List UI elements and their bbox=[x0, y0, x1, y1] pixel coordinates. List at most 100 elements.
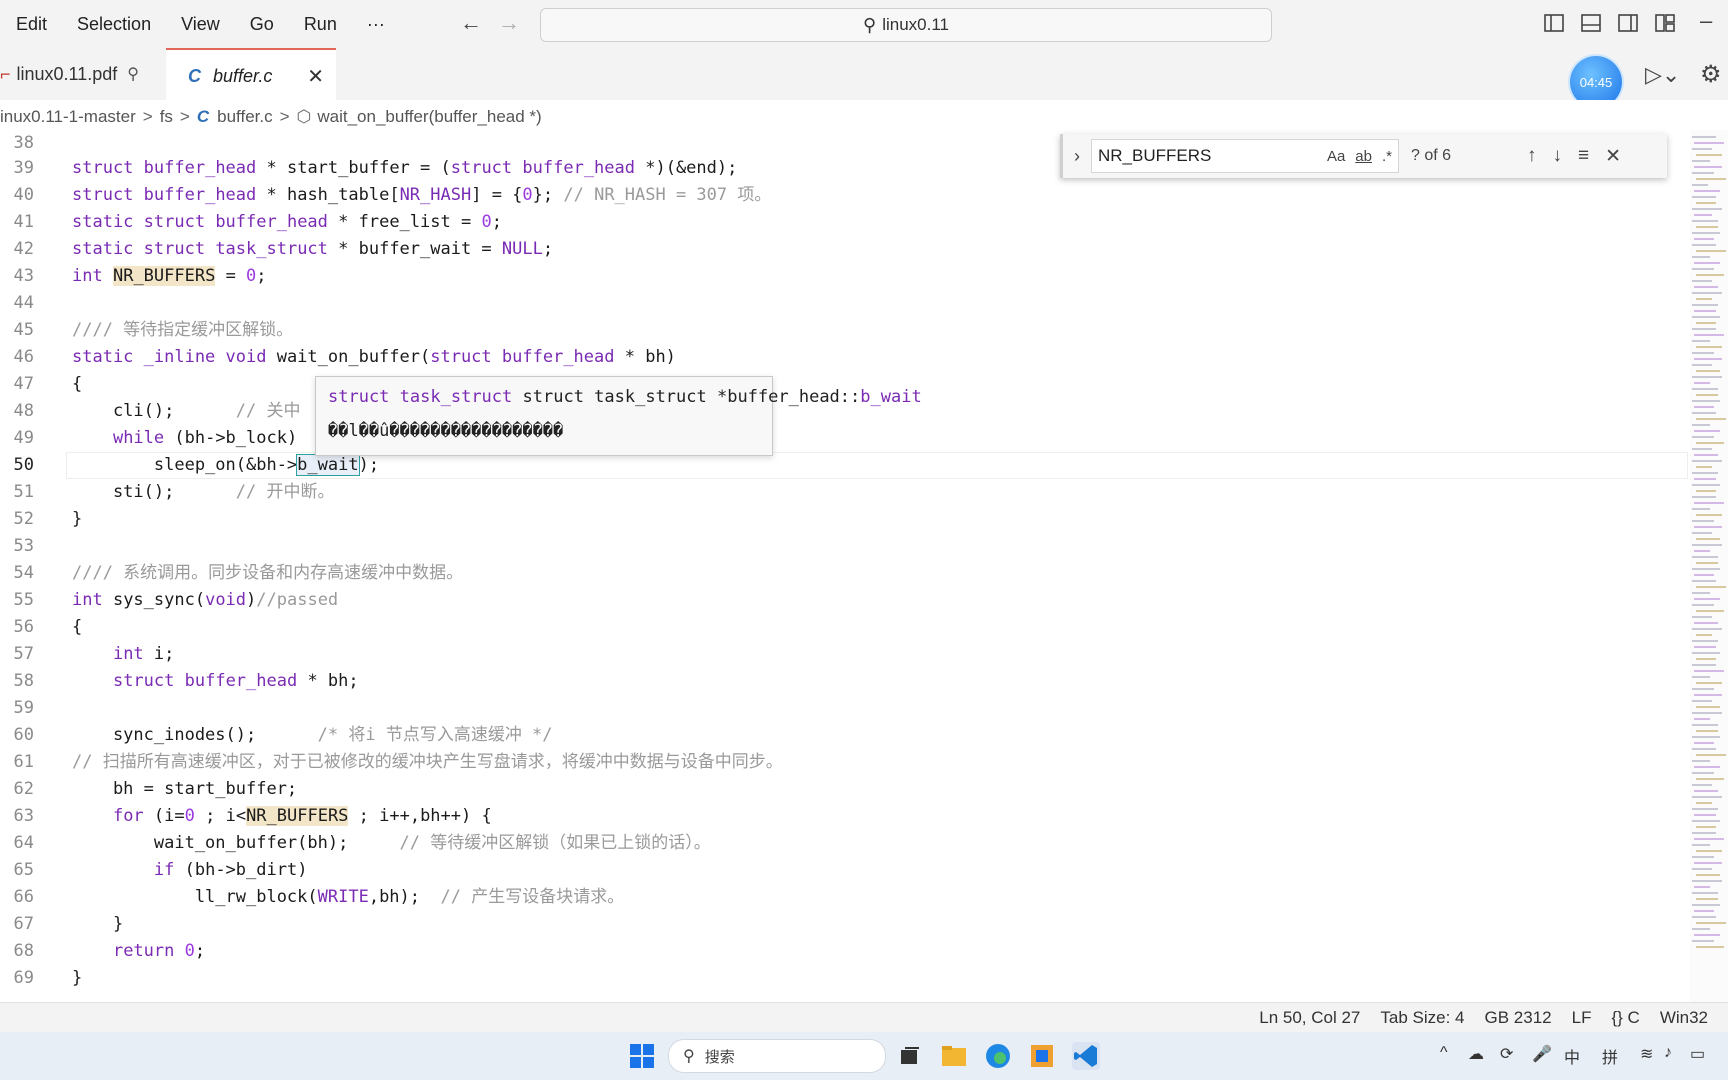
status-eol[interactable]: LF bbox=[1572, 1008, 1592, 1028]
menu-selection[interactable]: Selection bbox=[61, 0, 165, 48]
menu-view[interactable]: View bbox=[165, 0, 234, 48]
pin-icon[interactable]: ⚲ bbox=[127, 64, 139, 84]
command-center[interactable]: ⚲ linux0.11 bbox=[540, 8, 1272, 42]
chevron-right-icon: > bbox=[142, 107, 153, 126]
line-number: 57 bbox=[13, 644, 34, 664]
menu-go[interactable]: Go bbox=[234, 0, 288, 48]
toggle-replace-icon[interactable]: › bbox=[1063, 146, 1091, 167]
arrow-up-icon[interactable]: ↑ bbox=[1527, 145, 1537, 167]
breadcrumb-symbol[interactable]: wait_on_buffer(buffer_head *) bbox=[317, 107, 541, 127]
regex-toggle[interactable]: .* bbox=[1382, 148, 1392, 165]
line-number: 62 bbox=[13, 779, 34, 799]
code-line: 57 int i; bbox=[0, 641, 1690, 668]
line-number: 41 bbox=[13, 212, 34, 232]
taskbar-search-placeholder: 搜索 bbox=[704, 1048, 735, 1066]
run-debug-icon[interactable]: ▷⌄ bbox=[1645, 62, 1680, 88]
breadcrumb-subfolder[interactable]: fs bbox=[160, 107, 173, 127]
command-center-text: linux0.11 bbox=[882, 15, 949, 34]
ime-mode[interactable]: 中 bbox=[1564, 1044, 1580, 1068]
tab-label: buffer.c bbox=[213, 65, 273, 86]
status-language[interactable]: {} C bbox=[1611, 1008, 1639, 1028]
code-comment: // NR_HASH = 307 项。 bbox=[563, 185, 772, 205]
status-tab-size[interactable]: Tab Size: 4 bbox=[1380, 1008, 1464, 1028]
minimize-icon[interactable]: – bbox=[1700, 8, 1712, 34]
find-in-selection-icon[interactable]: ≡ bbox=[1578, 145, 1589, 167]
code-line: 56{ bbox=[0, 614, 1690, 641]
menu-more[interactable]: ··· bbox=[351, 0, 399, 48]
tab-bar: ⌐ linux0.11.pdf ⚲ C buffer.c ✕ bbox=[0, 48, 1728, 102]
c-file-icon: C bbox=[188, 65, 201, 86]
code-line: 42 static struct task_struct * buffer_wai… bbox=[0, 236, 1690, 263]
code-line: 59 bbox=[0, 695, 1690, 722]
volume-icon[interactable]: ♪ bbox=[1664, 1044, 1672, 1062]
forward-arrow-icon[interactable]: → bbox=[498, 10, 520, 36]
vscode-icon[interactable] bbox=[1072, 1042, 1100, 1070]
wifi-icon[interactable]: ≋ bbox=[1640, 1044, 1653, 1064]
tab-linux-pdf[interactable]: ⌐ linux0.11.pdf ⚲ bbox=[0, 48, 166, 100]
code-line-current: 50 sleep_on(&bh->b_wait); bbox=[0, 452, 1690, 479]
line-number: 42 bbox=[13, 239, 34, 259]
code-comment: //passed bbox=[256, 590, 339, 610]
code-line: 67 } bbox=[0, 911, 1690, 938]
toggle-panel-icon[interactable] bbox=[1580, 12, 1602, 34]
arrow-down-icon[interactable]: ↓ bbox=[1553, 145, 1563, 167]
code-comment: //// 系统调用。同步设备和内存高速缓冲中数据。 bbox=[72, 563, 464, 583]
status-encoding[interactable]: GB 2312 bbox=[1485, 1008, 1552, 1028]
breadcrumb-file[interactable]: buffer.c bbox=[217, 107, 272, 127]
os-taskbar: ⚲ 搜索 ^ ☁ ⟳ 🎤 中 拼 ≋ ♪ ▭ bbox=[0, 1032, 1728, 1080]
c-file-icon: C bbox=[196, 107, 210, 126]
toggle-primary-sidebar-icon[interactable] bbox=[1543, 12, 1565, 34]
find-input[interactable]: NR_BUFFERS Aa ab .* bbox=[1091, 139, 1399, 173]
status-platform[interactable]: Win32 bbox=[1660, 1008, 1708, 1028]
code-line: 51 sti(); // 开中断。 bbox=[0, 479, 1690, 506]
search-icon: ⚲ bbox=[683, 1048, 695, 1065]
menu-run[interactable]: Run bbox=[288, 0, 351, 48]
menu-edit[interactable]: Edit bbox=[0, 0, 61, 48]
minimap[interactable] bbox=[1690, 130, 1728, 1002]
app-icon[interactable] bbox=[1028, 1042, 1056, 1070]
sync-icon[interactable]: ⟳ bbox=[1500, 1044, 1513, 1064]
windows-start-icon[interactable] bbox=[628, 1042, 656, 1070]
line-number: 52 bbox=[13, 509, 34, 529]
line-number: 47 bbox=[13, 374, 34, 394]
search-icon: ⚲ bbox=[863, 14, 877, 35]
breadcrumb-folder[interactable]: inux0.11-1-master bbox=[0, 107, 136, 127]
line-number: 53 bbox=[13, 536, 34, 556]
line-number: 38 bbox=[13, 133, 34, 153]
line-number: 64 bbox=[13, 833, 34, 853]
taskbar-search[interactable]: ⚲ 搜索 bbox=[668, 1039, 886, 1073]
line-number: 54 bbox=[13, 563, 34, 583]
code-comment: /* 将i 节点写入高速缓冲 */ bbox=[317, 725, 553, 745]
match-whole-word-toggle[interactable]: ab bbox=[1355, 148, 1372, 165]
code-line: 60 sync_inodes(); /* 将i 节点写入高速缓冲 */ bbox=[0, 722, 1690, 749]
chevron-up-icon[interactable]: ^ bbox=[1440, 1044, 1448, 1062]
back-arrow-icon[interactable]: ← bbox=[460, 10, 482, 36]
file-explorer-icon[interactable] bbox=[940, 1042, 968, 1070]
battery-icon[interactable]: ▭ bbox=[1690, 1044, 1705, 1064]
gear-icon[interactable]: ⚙ bbox=[1700, 60, 1722, 89]
close-icon[interactable]: ✕ bbox=[1605, 145, 1621, 168]
tab-buffer-c[interactable]: C buffer.c ✕ bbox=[166, 48, 336, 102]
code-line: 68 return 0; bbox=[0, 938, 1690, 965]
code-line: 54 //// 系统调用。同步设备和内存高速缓冲中数据。 bbox=[0, 560, 1690, 587]
edge-browser-icon[interactable] bbox=[984, 1042, 1012, 1070]
task-view-icon[interactable] bbox=[896, 1042, 924, 1070]
match-case-toggle[interactable]: Aa bbox=[1327, 148, 1345, 165]
ime-pinyin[interactable]: 拼 bbox=[1602, 1044, 1618, 1068]
code-line: 69} bbox=[0, 965, 1690, 992]
cloud-icon[interactable]: ☁ bbox=[1468, 1044, 1484, 1064]
code-editor[interactable]: 38 39 struct buffer_head * start_buffer =… bbox=[0, 130, 1690, 1002]
status-cursor-position[interactable]: Ln 50, Col 27 bbox=[1259, 1008, 1360, 1028]
close-icon[interactable]: ✕ bbox=[307, 64, 324, 89]
status-bar: Ln 50, Col 27 Tab Size: 4 GB 2312 LF {} … bbox=[0, 1002, 1728, 1033]
line-number: 60 bbox=[13, 725, 34, 745]
code-line: 45 //// 等待指定缓冲区解锁。 bbox=[0, 317, 1690, 344]
toggle-secondary-sidebar-icon[interactable] bbox=[1617, 12, 1639, 34]
line-number: 69 bbox=[13, 968, 34, 988]
customize-layout-icon[interactable] bbox=[1654, 12, 1676, 34]
hover-signature: struct task_struct struct task_struct *b… bbox=[328, 387, 922, 407]
code-line: 65 if (bh->b_dirt) bbox=[0, 857, 1690, 884]
line-number: 56 bbox=[13, 617, 34, 637]
microphone-icon[interactable]: 🎤 bbox=[1532, 1044, 1552, 1064]
code-line: 66 ll_rw_block(WRITE,bh); // 产生写设备块请求。 bbox=[0, 884, 1690, 911]
